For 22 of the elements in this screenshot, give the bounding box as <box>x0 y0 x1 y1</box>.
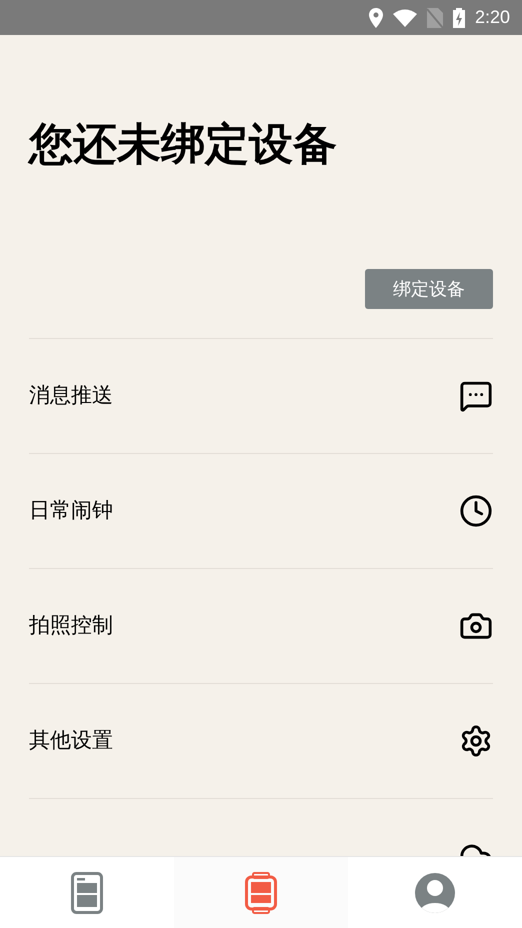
user-avatar-icon <box>414 872 456 914</box>
menu-item[interactable]: 日常闹钟 <box>29 453 493 568</box>
battery-charging-icon <box>452 8 465 28</box>
watch-icon <box>245 872 277 914</box>
page-title: 您还未绑定设备 <box>29 118 338 172</box>
bind-device-button[interactable]: 绑定设备 <box>365 269 493 309</box>
menu-label: 日常闹钟 <box>29 497 113 524</box>
menu-label: 拍照控制 <box>29 612 113 640</box>
menu-item[interactable]: 拍照控制 <box>29 568 493 683</box>
clock-icon <box>459 494 493 528</box>
menu-item[interactable]: 消息推送 <box>29 338 493 453</box>
menu-label: 消息推送 <box>29 382 113 410</box>
location-icon <box>368 8 383 28</box>
phone-icon <box>71 872 103 914</box>
menu-item[interactable]: 其他设置 <box>29 683 493 798</box>
message-icon <box>459 379 493 413</box>
settings-icon <box>459 724 493 758</box>
no-sim-icon <box>426 8 443 28</box>
status-time: 2:20 <box>474 6 510 29</box>
nav-tab[interactable] <box>174 857 348 928</box>
wifi-icon <box>392 8 417 26</box>
menu-label: 其他设置 <box>29 727 113 754</box>
